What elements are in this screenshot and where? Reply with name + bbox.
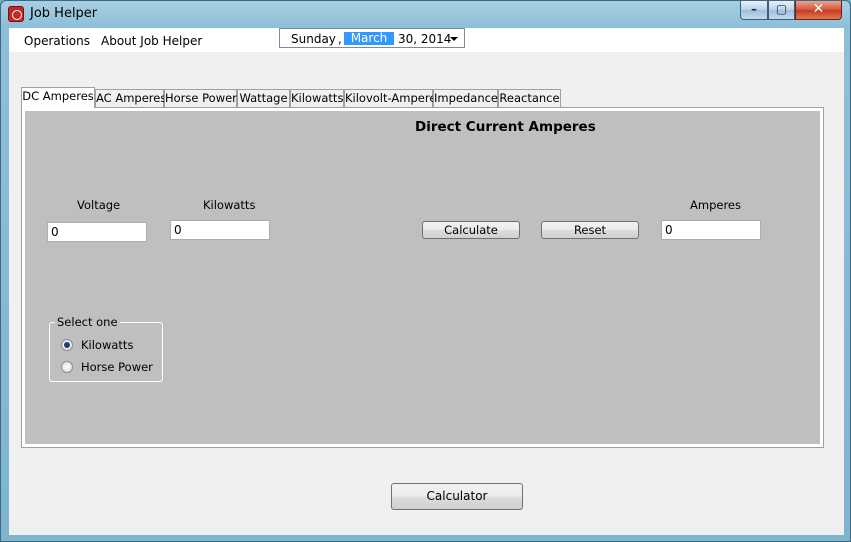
calculate-button[interactable]: Calculate [422,221,520,239]
amperes-label: Amperes [690,198,741,212]
tab-kilowatts[interactable]: Kilowatts [290,89,344,107]
app-icon[interactable] [8,6,24,22]
tab-kilovolt-amperes[interactable]: Kilovolt-Amperes [344,89,442,107]
radio-kilowatts[interactable] [61,339,73,351]
panel-title: Direct Current Amperes [415,119,596,135]
window-title: Job Helper [30,6,98,21]
close-icon: ✕ [812,1,825,17]
group-label: Select one [55,315,120,329]
radio-horse-power[interactable] [61,361,73,373]
maximize-button[interactable]: ▢ [768,1,795,20]
maximize-icon: ▢ [775,2,788,16]
tab-panel: Direct Current Amperes Voltage 0 Kilowat… [21,107,824,448]
tab-dc-amperes[interactable]: DC Amperes [21,87,95,108]
radio-horse-power-label[interactable]: Horse Power [81,360,153,374]
date-separator: , [338,32,342,46]
calculator-button[interactable]: Calculator [391,483,523,510]
app-window: Job Helper – ▢ ✕ Operations About Job He… [0,0,851,542]
menu-operations[interactable]: Operations [24,34,90,48]
date-day[interactable]: Sunday [291,32,336,46]
tab-ac-amperes[interactable]: AC Amperes [95,89,166,107]
tab-reactance[interactable]: Reactance [498,89,561,107]
minimize-icon: – [751,2,757,16]
kilowatts-input[interactable]: 0 [170,220,270,240]
chevron-down-icon[interactable] [450,37,458,41]
title-bar[interactable]: Job Helper – ▢ ✕ [1,1,850,28]
date-month[interactable]: March [344,32,394,45]
menu-about[interactable]: About Job Helper [101,34,202,48]
amperes-output[interactable]: 0 [661,220,761,240]
date-picker[interactable]: Sunday , March 30, 2014 [279,28,465,48]
radio-kilowatts-label[interactable]: Kilowatts [81,338,133,352]
voltage-label: Voltage [77,198,121,212]
tab-wattage[interactable]: Wattage [237,89,290,107]
tab-impedance[interactable]: Impedance [433,89,498,107]
tab-horse-power[interactable]: Horse Power [164,89,237,107]
menu-bar: Operations About Job Helper Sunday , Mar… [9,28,844,52]
minimize-button[interactable]: – [740,1,768,20]
reset-button[interactable]: Reset [541,221,639,239]
voltage-input[interactable]: 0 [47,222,147,242]
close-button[interactable]: ✕ [795,1,842,20]
kilowatts-label: Kilowatts [203,198,256,212]
dc-amperes-panel: Direct Current Amperes Voltage 0 Kilowat… [25,111,820,444]
date-day-year[interactable]: 30, 2014 [398,32,451,46]
client-area: Operations About Job Helper Sunday , Mar… [9,28,844,535]
